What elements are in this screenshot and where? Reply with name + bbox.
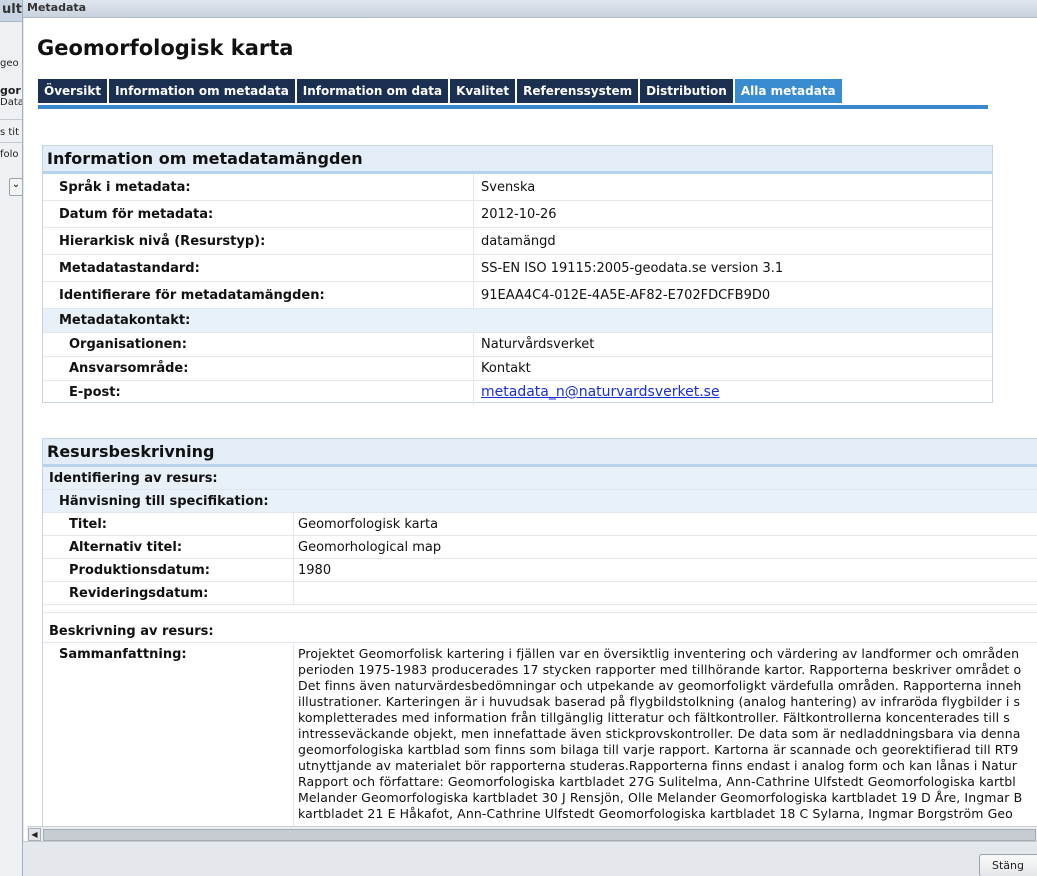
row-value: SS-EN ISO 19115:2005-geodata.se version … bbox=[473, 255, 992, 281]
background-text: gor bbox=[0, 84, 21, 97]
close-button[interactable]: Stäng bbox=[979, 854, 1037, 876]
row-value: Geomorhological map bbox=[293, 536, 1037, 558]
background-divider bbox=[0, 142, 23, 143]
resource-description-section: Resursbeskrivning Identifiering av resur… bbox=[42, 438, 1037, 841]
dialog-title: Metadata bbox=[23, 0, 1037, 18]
summary-line: illustrationer. Karteringen är i huvudsa… bbox=[298, 694, 1021, 709]
table-row: E-post: metadata_n@naturvardsverket.se bbox=[43, 381, 992, 405]
row-label: Hierarkisk nivå (Resurstyp): bbox=[59, 234, 266, 249]
row-label: Sammanfattning: bbox=[59, 647, 187, 662]
summary-line: Det finns även naturvärdesbedömningar oc… bbox=[298, 678, 1022, 693]
tab-alla-metadata[interactable]: Alla metadata bbox=[734, 79, 844, 103]
tab-information-om-metadata[interactable]: Information om metadata bbox=[109, 79, 297, 103]
row-label: Metadatastandard: bbox=[59, 261, 200, 276]
table-row: Revideringsdatum: bbox=[43, 582, 1037, 605]
background-window: ulta geo gor Data s tit folo ⌄ bbox=[0, 0, 24, 876]
row-value: Kontakt bbox=[473, 357, 992, 380]
email-link[interactable]: metadata_n@naturvardsverket.se bbox=[481, 384, 720, 400]
screen: ulta geo gor Data s tit folo ⌄ Metadata … bbox=[0, 0, 1037, 876]
row-label: Produktionsdatum: bbox=[69, 563, 210, 578]
page-title: Geomorfologisk karta bbox=[37, 36, 294, 60]
background-divider bbox=[0, 119, 23, 120]
specification-subheading: Hänvisning till specifikation: bbox=[43, 490, 1037, 513]
background-window-title: ulta bbox=[0, 0, 23, 22]
tab-information-om-data[interactable]: Information om data bbox=[296, 79, 451, 103]
table-row: Hierarkisk nivå (Resurstyp): datamängd bbox=[43, 228, 992, 255]
table-row: Titel: Geomorfologisk karta bbox=[43, 513, 1037, 536]
section-heading: Resursbeskrivning bbox=[43, 439, 1037, 467]
table-row: Organisationen: Naturvårdsverket bbox=[43, 333, 992, 357]
tab-bar: Översikt Information om metadata Informa… bbox=[38, 79, 844, 103]
row-value bbox=[293, 582, 1037, 604]
summary-line: geomorfologiska kartblad som finns som b… bbox=[298, 742, 1019, 757]
summary-line: Projektet Geomorfolisk kartering i fjäll… bbox=[298, 646, 1020, 661]
table-row: Datum för metadata: 2012-10-26 bbox=[43, 201, 992, 228]
row-value: Svenska bbox=[473, 174, 992, 200]
table-row: Språk i metadata: Svenska bbox=[43, 174, 992, 201]
background-text: geo bbox=[0, 58, 19, 69]
summary-line: utnyttjande av materialet bör rapportern… bbox=[298, 758, 1017, 773]
tab-distribution[interactable]: Distribution bbox=[640, 79, 735, 103]
horizontal-scrollbar[interactable]: ◀ bbox=[27, 826, 1037, 841]
background-text: folo bbox=[0, 149, 19, 160]
table-row: Metadatastandard: SS-EN ISO 19115:2005-g… bbox=[43, 255, 992, 282]
row-label: E-post: bbox=[69, 385, 121, 400]
row-value: datamängd bbox=[473, 228, 992, 254]
row-label: Alternativ titel: bbox=[69, 540, 183, 555]
contact-subheading: Metadatakontakt: bbox=[43, 309, 992, 333]
summary-line: kompletterades med information från till… bbox=[298, 710, 1010, 725]
row-label: Ansvarsområde: bbox=[69, 361, 189, 376]
row-value: 91EAA4C4-012E-4A5E-AF82-E702FDCFB9D0 bbox=[473, 282, 992, 308]
background-text: Data bbox=[0, 97, 24, 108]
row-value: 1980 bbox=[293, 559, 1037, 581]
row-value: Geomorfologisk karta bbox=[293, 513, 1037, 535]
tab-oversikt[interactable]: Översikt bbox=[38, 79, 110, 103]
scroll-left-arrow-icon[interactable]: ◀ bbox=[28, 828, 41, 841]
row-value: metadata_n@naturvardsverket.se bbox=[473, 381, 992, 405]
summary-text: Projektet Geomorfolisk kartering i fjäll… bbox=[293, 643, 1037, 841]
tab-underline bbox=[38, 105, 988, 109]
dialog-footer: Stäng bbox=[23, 841, 1037, 876]
background-text: s tit bbox=[0, 127, 20, 138]
row-value: Naturvårdsverket bbox=[473, 333, 992, 356]
row-label: Revideringsdatum: bbox=[69, 586, 209, 601]
dialog-content: Geomorfologisk karta Översikt Informatio… bbox=[24, 18, 1037, 841]
table-row: Identifierare för metadatamängden: 91EAA… bbox=[43, 282, 992, 309]
spacer bbox=[43, 605, 1037, 613]
background-button[interactable]: ⌄ bbox=[9, 178, 23, 196]
summary-line: Melander Geomorfologiska kartbladet 30 J… bbox=[298, 790, 1023, 805]
row-value: 2012-10-26 bbox=[473, 201, 992, 227]
summary-line: kartbladet 21 E Håkafot, Ann-Cathrine Ul… bbox=[298, 806, 1013, 821]
scrollbar-thumb[interactable] bbox=[43, 829, 1036, 841]
summary-line: perioden 1975-1983 producerades 17 styck… bbox=[298, 662, 1022, 677]
summary-row: Sammanfattning: Projektet Geomorfolisk k… bbox=[43, 643, 1037, 841]
row-label: Organisationen: bbox=[69, 337, 187, 352]
summary-line: Rapport och författare: Geomorfologiska … bbox=[298, 774, 1016, 789]
table-row: Alternativ titel: Geomorhological map bbox=[43, 536, 1037, 559]
table-row: Produktionsdatum: 1980 bbox=[43, 559, 1037, 582]
tab-kvalitet[interactable]: Kvalitet bbox=[450, 79, 518, 103]
row-label: Identifierare för metadatamängden: bbox=[59, 288, 325, 303]
identification-subheading: Identifiering av resurs: bbox=[43, 467, 1037, 490]
table-row: Ansvarsområde: Kontakt bbox=[43, 357, 992, 381]
description-subheading: Beskrivning av resurs: bbox=[43, 620, 1037, 643]
metadata-dialog: Metadata Geomorfologisk karta Översikt I… bbox=[22, 0, 1037, 876]
tab-referenssystem[interactable]: Referenssystem bbox=[517, 79, 641, 103]
row-label: Datum för metadata: bbox=[59, 207, 214, 222]
row-label: Titel: bbox=[69, 517, 108, 532]
summary-line: intresseväckande objekt, men innefattade… bbox=[298, 726, 1021, 741]
row-label: Språk i metadata: bbox=[59, 180, 191, 195]
metadata-info-section: Information om metadatamängden Språk i m… bbox=[42, 145, 993, 405]
section-heading: Information om metadatamängden bbox=[43, 146, 992, 174]
